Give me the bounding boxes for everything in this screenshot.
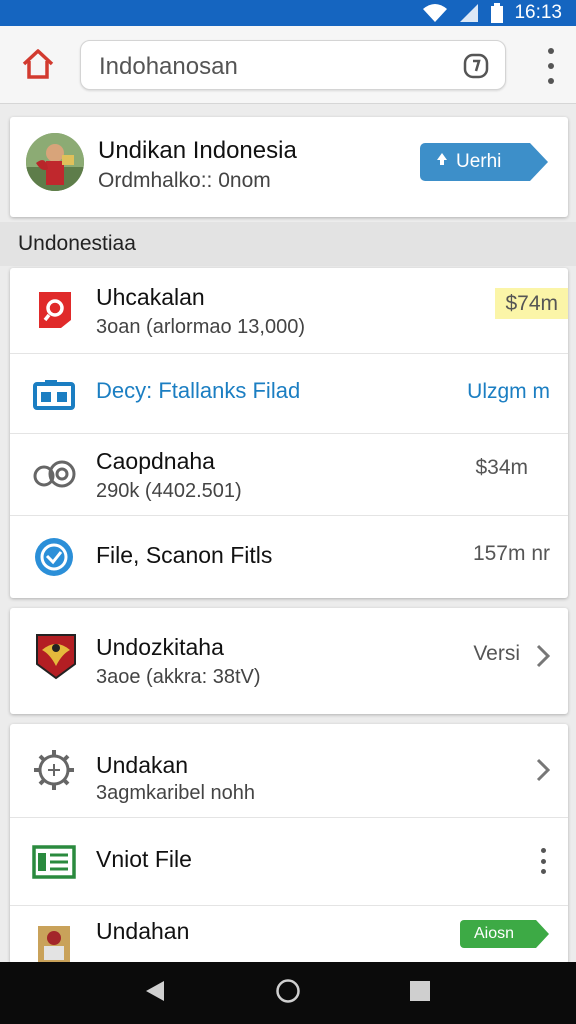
- list-item-value: $74m: [495, 288, 568, 319]
- system-nav-bar: [0, 962, 576, 1024]
- list-item-subtitle: 3oan (arlormao 13,000): [96, 316, 306, 338]
- status-bar: 16:13: [0, 0, 576, 26]
- avatar[interactable]: [26, 133, 84, 191]
- url-bar[interactable]: Indohanosan: [80, 40, 506, 90]
- emblem-icon: [32, 632, 80, 680]
- list-item-title: Caopdnaha: [96, 448, 215, 474]
- battery-icon: [490, 3, 504, 23]
- list-item[interactable]: Caopdnaha 290k (4402.501) $34m: [10, 434, 568, 516]
- list-item-title: File, Scanon Fitls: [96, 542, 273, 568]
- list-item-value: $34m: [475, 456, 528, 479]
- recents-button[interactable]: [405, 978, 435, 1008]
- camera-lens-icon: [30, 450, 78, 498]
- url-text: Indohanosan: [99, 53, 238, 80]
- settings-card: Undakan 3agmkaribel nohh Vniot File Unda…: [10, 724, 568, 964]
- back-icon: [144, 979, 166, 1008]
- list-item-value: Versi: [473, 642, 520, 665]
- gear-icon: [30, 746, 78, 794]
- wifi-icon: [422, 3, 448, 23]
- action-button-label: Aiosn: [474, 925, 515, 942]
- more-options-icon[interactable]: [540, 848, 546, 874]
- list-item[interactable]: Undozkitaha 3aoe (akkra: 38tV) Versi: [10, 608, 568, 714]
- list-item[interactable]: Decy: Ftallanks Filad Ulzgm m: [10, 354, 568, 434]
- list-item[interactable]: File, Scanon Fitls 157m nr: [10, 516, 568, 598]
- home-nav-button[interactable]: [273, 978, 303, 1008]
- chevron-right-icon: [536, 644, 551, 673]
- browser-toolbar: Indohanosan: [0, 26, 576, 104]
- status-icons: 16:13: [422, 2, 562, 24]
- home-icon: [21, 48, 55, 85]
- status-time: 16:13: [514, 2, 562, 23]
- update-button[interactable]: Uerhi: [420, 143, 550, 181]
- list-item-subtitle: 3aoe (akkra: 38tV): [96, 666, 261, 688]
- home-circle-icon: [275, 978, 301, 1009]
- signal-icon: [458, 3, 480, 23]
- list-item[interactable]: Uhcakalan 3oan (arlormao 13,000) $74m: [10, 268, 568, 354]
- profile-subtitle: Ordmhalko:: 0nom: [98, 169, 271, 192]
- update-button-label: Uerhi: [456, 151, 502, 172]
- section-title: Undonestiaa: [18, 232, 136, 255]
- section-header: Undonestiaa: [0, 222, 576, 266]
- red-app-icon: [30, 286, 78, 334]
- profile-title: Undikan Indonesia: [98, 137, 297, 164]
- list-item-title: Decy: Ftallanks Filad: [96, 378, 301, 403]
- upload-icon: [434, 151, 450, 173]
- profile-card: Undikan Indonesia Ordmhalko:: 0nom Uerhi: [10, 117, 568, 217]
- shield-icon[interactable]: [463, 53, 489, 84]
- list-item-value: 157m nr: [472, 542, 550, 565]
- back-button[interactable]: [140, 978, 170, 1008]
- list-item-value: Ulzgm m: [467, 380, 550, 403]
- camera-icon: [30, 370, 78, 418]
- emblem-icon: [30, 920, 78, 968]
- chevron-right-icon: [536, 758, 551, 787]
- overflow-menu-icon[interactable]: [544, 48, 558, 84]
- list-item-title: Undahan: [96, 918, 190, 944]
- list-item-subtitle: 3agmkaribel nohh: [96, 782, 255, 804]
- list-item-title: Vniot File: [96, 846, 192, 872]
- list-item[interactable]: Vniot File: [10, 818, 568, 906]
- list-item-title: Uhcakalan: [96, 284, 205, 310]
- files-card: Uhcakalan 3oan (arlormao 13,000) $74m De…: [10, 268, 568, 598]
- version-card[interactable]: Undozkitaha 3aoe (akkra: 38tV) Versi: [10, 608, 568, 714]
- action-button[interactable]: Aiosn: [460, 920, 550, 948]
- list-item-title: Undozkitaha: [96, 634, 224, 660]
- home-button[interactable]: [18, 46, 58, 86]
- document-icon: [30, 838, 78, 886]
- list-item[interactable]: Undahan Aiosn: [10, 906, 568, 964]
- recents-icon: [409, 980, 431, 1007]
- blue-circle-icon: [30, 533, 78, 581]
- list-item-title: Undakan: [96, 752, 189, 778]
- list-item[interactable]: Undakan 3agmkaribel nohh: [10, 724, 568, 818]
- list-item-subtitle: 290k (4402.501): [96, 480, 242, 502]
